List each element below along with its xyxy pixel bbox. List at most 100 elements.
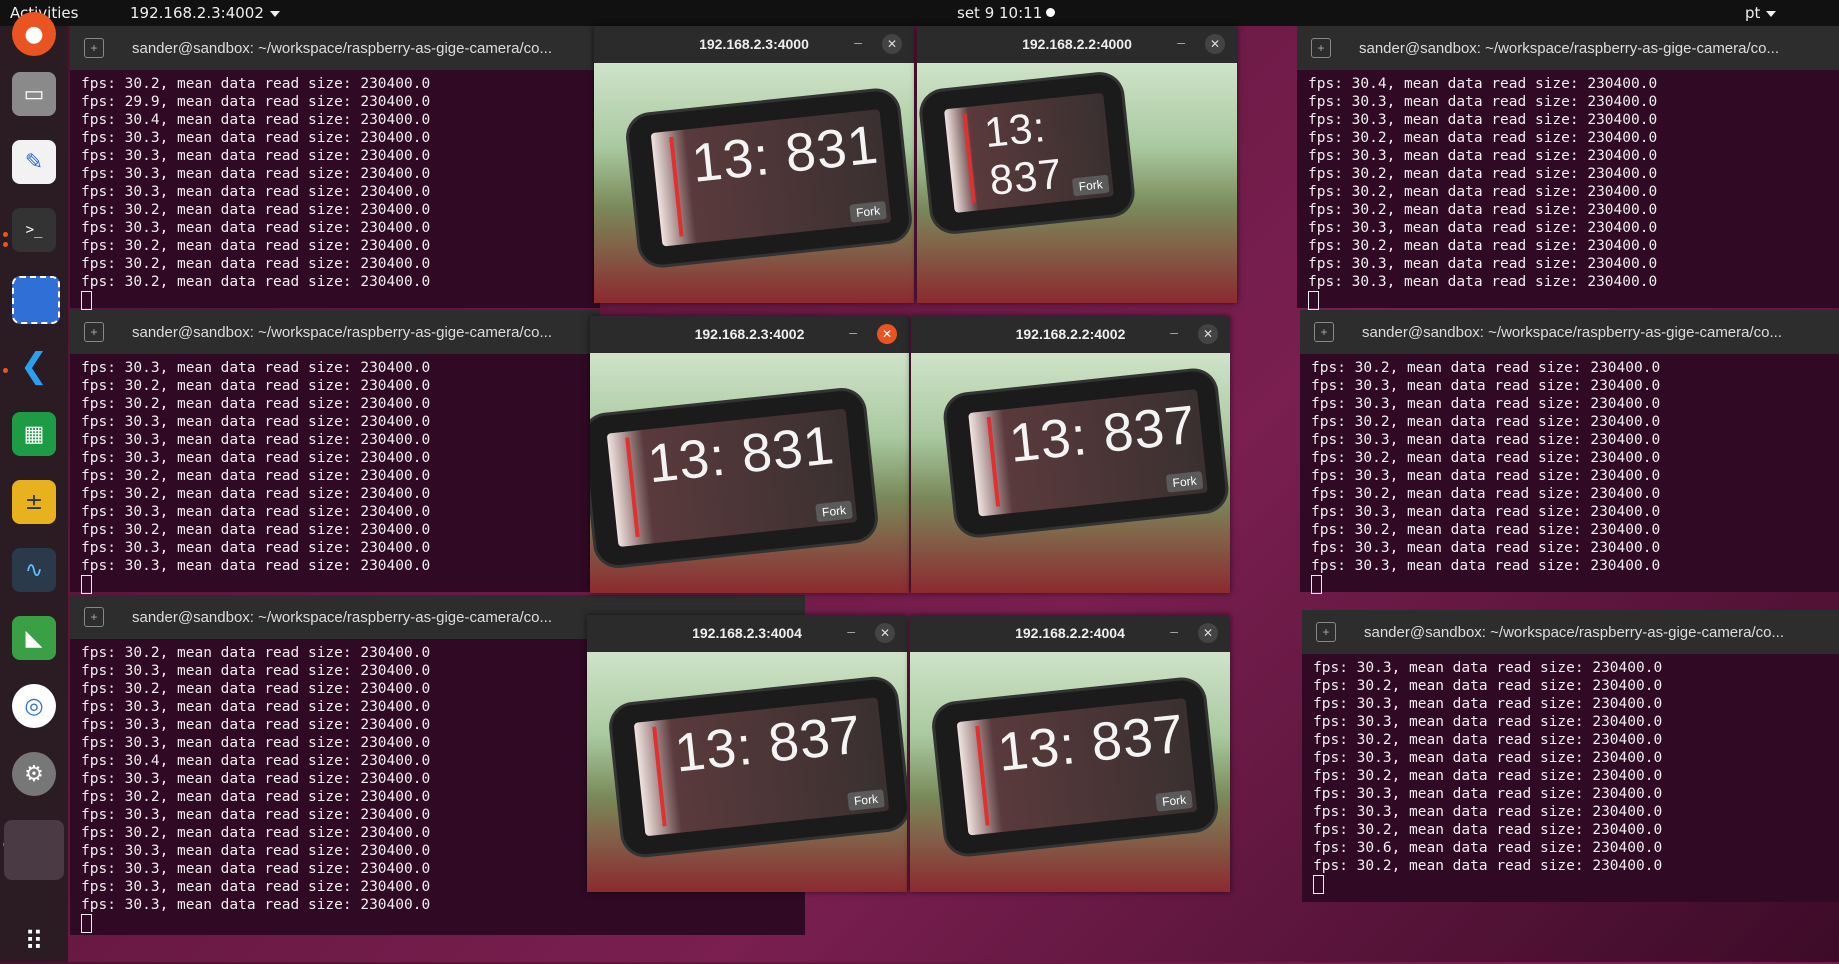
camera-window-2-4002[interactable]: 192.168.2.2:4002 – ✕ 13: 837 Fork (911, 316, 1230, 593)
files-icon[interactable]: ▭ (12, 72, 56, 116)
camera-feed: 13: 831 Fork (594, 63, 914, 303)
language-label: pt (1745, 4, 1761, 22)
terminal-line: fps: 30.2, mean data read size: 230400.0 (81, 378, 431, 394)
new-tab-icon[interactable]: + (1316, 622, 1336, 642)
terminal-line: fps: 30.2, mean data read size: 230400.0 (1311, 450, 1661, 466)
close-icon[interactable]: ✕ (877, 324, 897, 344)
new-tab-icon[interactable]: + (84, 322, 104, 342)
terminal-line: fps: 30.2, mean data read size: 230400.0 (1308, 166, 1658, 182)
window-header: 192.168.2.3:4000 – ✕ (594, 26, 914, 63)
terminal-line: fps: 30.3, mean data read size: 230400.0 (81, 450, 431, 466)
minimize-icon[interactable]: – (854, 34, 862, 50)
fork-button-label: Fork (1071, 174, 1110, 197)
system-monitor-icon[interactable]: ∿ (12, 548, 56, 592)
camera-feed: 13: 837 Fork (587, 652, 907, 892)
dock: ● ▭ ✎ >_ ❮ ▦ ± ∿ ◣ ◎ ⚙ ⠿ (0, 12, 68, 964)
terminal-line: fps: 29.9, mean data read size: 230400.0 (81, 94, 431, 110)
ubuntu-software-icon[interactable]: ● (12, 12, 56, 56)
terminal-line: fps: 30.3, mean data read size: 230400.0 (1313, 696, 1663, 712)
terminal-line: fps: 30.3, mean data read size: 230400.0 (81, 184, 431, 200)
close-icon[interactable]: ✕ (875, 623, 895, 643)
camera-window-3-4000[interactable]: 192.168.2.3:4000 – ✕ 13: 831 Fork (594, 26, 914, 303)
notification-dot (1046, 8, 1055, 17)
terminal-line: fps: 30.2, mean data read size: 230400.0 (1311, 414, 1661, 430)
terminal-line: fps: 30.3, mean data read size: 230400.0 (1311, 540, 1661, 556)
terminal-cursor (81, 914, 92, 933)
app-menu[interactable]: 192.168.2.3:4002 (130, 4, 280, 22)
app-active-icon[interactable] (4, 820, 64, 880)
terminal-line: fps: 30.2, mean data read size: 230400.0 (1313, 732, 1663, 748)
terminal-header: + sander@sandbox: ~/workspace/raspberry-a… (1300, 310, 1839, 354)
terminal-output[interactable]: fps: 30.4, mean data read size: 230400.0… (1297, 70, 1839, 310)
terminal-line: fps: 30.3, mean data read size: 230400.0 (81, 432, 431, 448)
terminal-line: fps: 30.3, mean data read size: 230400.0 (1311, 432, 1661, 448)
terminal-window-mid-left[interactable]: + sander@sandbox: ~/workspace/raspberry-a… (70, 310, 600, 594)
terminal-line: fps: 30.3, mean data read size: 230400.0 (1313, 786, 1663, 802)
terminal-line: fps: 30.3, mean data read size: 230400.0 (1313, 660, 1663, 676)
terminal-icon[interactable]: >_ (12, 208, 56, 252)
camera-window-2-4004[interactable]: 192.168.2.2:4004 – ✕ 13: 837 Fork (910, 615, 1230, 892)
terminal-line: fps: 30.3, mean data read size: 230400.0 (81, 166, 431, 182)
phone-in-frame: 13: 837 Fork (932, 678, 1218, 856)
terminal-window-top-left[interactable]: + sander@sandbox: ~/workspace/raspberry-a… (70, 26, 600, 310)
terminal-title: sander@sandbox: ~/workspace/raspberry-as… (132, 39, 552, 57)
camera-window-3-4004[interactable]: 192.168.2.3:4004 – ✕ 13: 837 Fork (587, 615, 907, 892)
new-tab-icon[interactable]: + (1311, 38, 1331, 58)
camera-window-3-4002[interactable]: 192.168.2.3:4002 – ✕ 13: 831 Fork (590, 316, 909, 593)
spreadsheet-icon[interactable]: ▦ (12, 412, 56, 456)
terminal-output[interactable]: fps: 30.3, mean data read size: 230400.0… (1302, 654, 1839, 894)
terminal-line: fps: 30.2, mean data read size: 230400.0 (1308, 238, 1658, 254)
terminal-line: fps: 30.3, mean data read size: 230400.0 (1308, 112, 1658, 128)
terminal-output[interactable]: fps: 30.3, mean data read size: 230400.0… (70, 354, 600, 594)
terminal-header: + sander@sandbox: ~/workspace/raspberry-a… (70, 26, 600, 70)
show-apps-icon[interactable]: ⠿ (12, 920, 56, 964)
close-icon[interactable]: ✕ (882, 34, 902, 54)
terminal-line: fps: 30.3, mean data read size: 230400.0 (1313, 714, 1663, 730)
minimize-icon[interactable]: – (849, 324, 857, 340)
settings-icon[interactable]: ⚙ (12, 752, 56, 796)
screenshot-icon[interactable] (12, 276, 60, 324)
window-title: 192.168.2.3:4002 (694, 326, 805, 342)
terminal-line: fps: 30.3, mean data read size: 230400.0 (1308, 220, 1658, 236)
minimize-icon[interactable]: – (1170, 324, 1178, 340)
new-tab-icon[interactable]: + (84, 607, 104, 627)
running-indicator (3, 232, 8, 237)
terminal-line: fps: 30.3, mean data read size: 230400.0 (81, 897, 431, 913)
terminal-line: fps: 30.2, mean data read size: 230400.0 (1308, 202, 1658, 218)
clock[interactable]: set 9 10:11 (957, 4, 1042, 22)
minimize-icon[interactable]: – (1177, 34, 1185, 50)
terminal-title: sander@sandbox: ~/workspace/raspberry-as… (132, 608, 552, 626)
close-icon[interactable]: ✕ (1198, 623, 1218, 643)
text-editor-icon[interactable]: ✎ (12, 140, 56, 184)
calculator-icon[interactable]: ± (12, 480, 56, 524)
terminal-title: sander@sandbox: ~/workspace/raspberry-as… (1364, 623, 1784, 641)
terminal-line: fps: 30.2, mean data read size: 230400.0 (1311, 486, 1661, 502)
window-title: 192.168.2.2:4000 (1022, 36, 1132, 52)
terminal-line: fps: 30.3, mean data read size: 230400.0 (1311, 468, 1661, 484)
close-icon[interactable]: ✕ (1198, 324, 1218, 344)
terminal-line: fps: 30.2, mean data read size: 230400.0 (1313, 858, 1663, 874)
terminal-line: fps: 30.3, mean data read size: 230400.0 (1311, 378, 1661, 394)
vscode-icon[interactable]: ❮ (12, 344, 56, 388)
terminal-output[interactable]: fps: 30.2, mean data read size: 230400.0… (70, 70, 600, 310)
minimize-icon[interactable]: – (847, 623, 855, 639)
terminal-line: fps: 30.2, mean data read size: 230400.0 (81, 468, 431, 484)
minimize-icon[interactable]: – (1170, 623, 1178, 639)
terminal-line: fps: 30.4, mean data read size: 230400.0 (81, 112, 431, 128)
terminal-line: fps: 30.3, mean data read size: 230400.0 (1308, 94, 1658, 110)
terminal-line: fps: 30.3, mean data read size: 230400.0 (1308, 148, 1658, 164)
chromium-icon[interactable]: ◎ (12, 684, 56, 728)
close-icon[interactable]: ✕ (1205, 34, 1225, 54)
camera-window-2-4000[interactable]: 192.168.2.2:4000 – ✕ 13: 837 Fork (917, 26, 1237, 303)
terminal-output[interactable]: fps: 30.2, mean data read size: 230400.0… (1300, 354, 1839, 594)
terminal-window-mid-right[interactable]: + sander@sandbox: ~/workspace/raspberry-a… (1300, 310, 1839, 594)
geometry-icon[interactable]: ◣ (12, 616, 56, 660)
terminal-cursor (81, 291, 92, 310)
new-tab-icon[interactable]: + (1314, 322, 1334, 342)
terminal-window-bottom-right[interactable]: + sander@sandbox: ~/workspace/raspberry-a… (1302, 610, 1839, 902)
fork-button-label: Fork (1155, 789, 1193, 812)
terminal-line: fps: 30.2, mean data read size: 230400.0 (81, 238, 431, 254)
terminal-window-top-right[interactable]: + sander@sandbox: ~/workspace/raspberry-a… (1297, 26, 1839, 310)
language-indicator[interactable]: pt (1745, 4, 1777, 22)
new-tab-icon[interactable]: + (84, 38, 104, 58)
